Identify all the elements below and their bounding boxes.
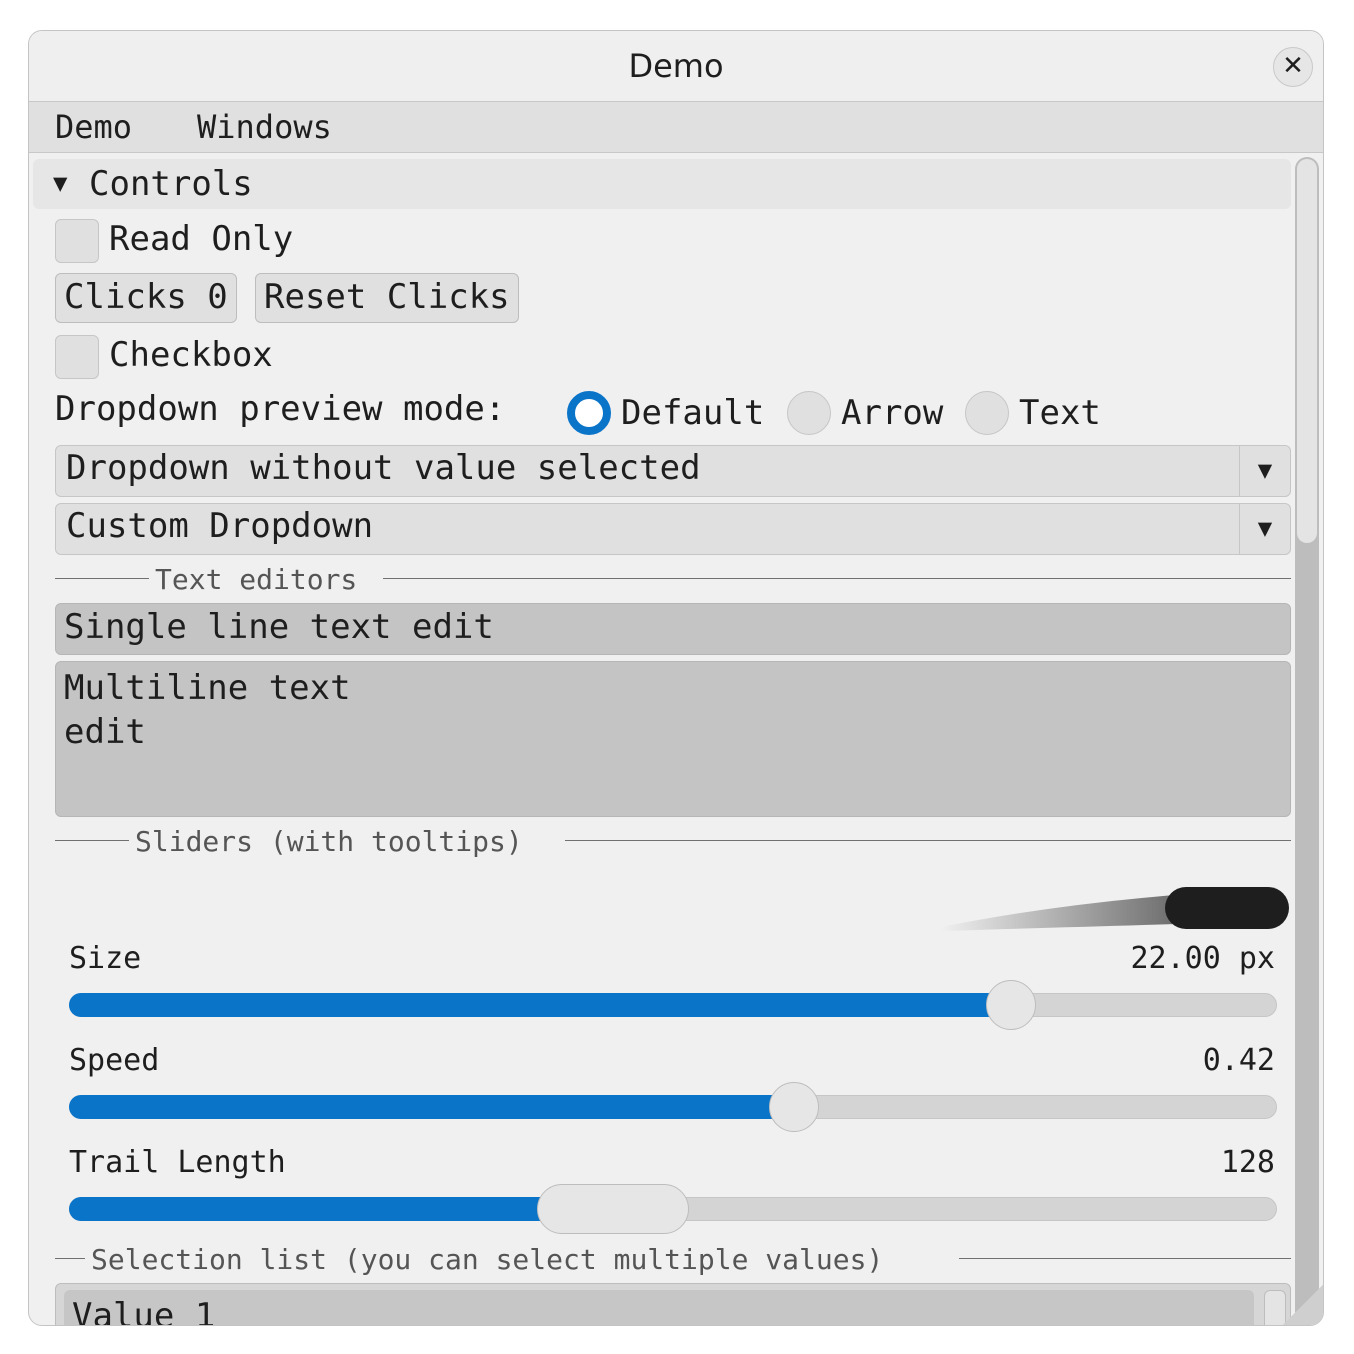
- multiline-text-edit[interactable]: Multiline text edit: [55, 661, 1291, 817]
- dropdown-preview-mode-label: Dropdown preview mode:: [55, 389, 506, 429]
- selection-list-separator: Selection list (you can select multiple …: [55, 1243, 1291, 1276]
- menu-bar: Demo Windows: [29, 102, 1323, 153]
- trail-length-slider[interactable]: [69, 1184, 1277, 1234]
- content-panel: ▼ Controls Read Only Clicks 0 Reset Clic…: [29, 153, 1323, 1325]
- size-slider-fill: [69, 993, 1011, 1017]
- text-editors-heading: Text editors: [155, 563, 358, 596]
- title-bar[interactable]: Demo ✕: [29, 31, 1323, 102]
- resize-grip-icon[interactable]: [1283, 1285, 1323, 1325]
- content-scrollbar[interactable]: [1295, 157, 1319, 1325]
- radio-text[interactable]: [965, 391, 1009, 435]
- read-only-label: Read Only: [109, 219, 294, 259]
- dropdown-no-value[interactable]: Dropdown without value selected ▼: [55, 445, 1291, 497]
- trail-length-slider-label: Trail Length: [69, 1145, 286, 1180]
- selection-list-heading: Selection list (you can select multiple …: [91, 1243, 884, 1276]
- read-only-checkbox[interactable]: [55, 219, 99, 263]
- text-editors-separator: Text editors: [55, 563, 1291, 596]
- reset-clicks-button[interactable]: Reset Clicks: [255, 273, 519, 323]
- size-slider-value: 22.00 px: [1130, 941, 1276, 976]
- menu-demo[interactable]: Demo: [55, 108, 132, 146]
- clicks-button[interactable]: Clicks 0: [55, 273, 237, 323]
- dropdown-no-value-label: Dropdown without value selected: [66, 448, 701, 488]
- trail-length-slider-fill: [69, 1197, 613, 1221]
- sliders-heading: Sliders (with tooltips): [135, 825, 523, 858]
- speed-slider-fill: [69, 1095, 794, 1119]
- size-slider[interactable]: [69, 980, 1277, 1030]
- custom-dropdown[interactable]: Custom Dropdown ▼: [55, 503, 1291, 555]
- menu-windows[interactable]: Windows: [197, 108, 332, 146]
- list-item[interactable]: Value 1: [64, 1290, 1254, 1325]
- trail-length-slider-thumb[interactable]: [536, 1184, 689, 1234]
- single-line-text-edit[interactable]: Single line text edit: [55, 603, 1291, 655]
- triangle-down-icon: ▼: [53, 169, 68, 197]
- radio-arrow[interactable]: [787, 391, 831, 435]
- chevron-down-icon[interactable]: ▼: [1239, 446, 1290, 496]
- demo-window: Demo ✕ Demo Windows ▼ Controls Read Only…: [28, 30, 1324, 1326]
- radio-default[interactable]: [567, 391, 611, 435]
- speed-slider-label: Speed: [69, 1043, 160, 1078]
- size-slider-label: Size: [69, 941, 142, 976]
- controls-collapsing-header[interactable]: ▼ Controls: [33, 159, 1291, 209]
- trail-length-slider-value: 128: [1220, 1145, 1275, 1180]
- speed-slider[interactable]: [69, 1082, 1277, 1132]
- size-slider-thumb[interactable]: [985, 980, 1036, 1030]
- speed-slider-value: 0.42: [1202, 1043, 1275, 1078]
- content-scrollbar-thumb[interactable]: [1297, 159, 1317, 543]
- window-title: Demo: [628, 47, 724, 85]
- checkbox-label: Checkbox: [109, 335, 273, 375]
- radio-text-label[interactable]: Text: [1019, 393, 1101, 433]
- custom-dropdown-label: Custom Dropdown: [66, 506, 374, 546]
- radio-default-label[interactable]: Default: [621, 393, 764, 433]
- selection-list: Value 1: [55, 1283, 1291, 1325]
- sliders-separator: Sliders (with tooltips): [55, 825, 1291, 858]
- stroke-preview: [941, 887, 1289, 931]
- radio-arrow-label[interactable]: Arrow: [841, 393, 943, 433]
- close-icon[interactable]: ✕: [1273, 47, 1313, 87]
- chevron-down-icon[interactable]: ▼: [1239, 504, 1290, 554]
- controls-header-label: Controls: [89, 164, 253, 204]
- checkbox[interactable]: [55, 335, 99, 379]
- speed-slider-thumb[interactable]: [768, 1082, 819, 1132]
